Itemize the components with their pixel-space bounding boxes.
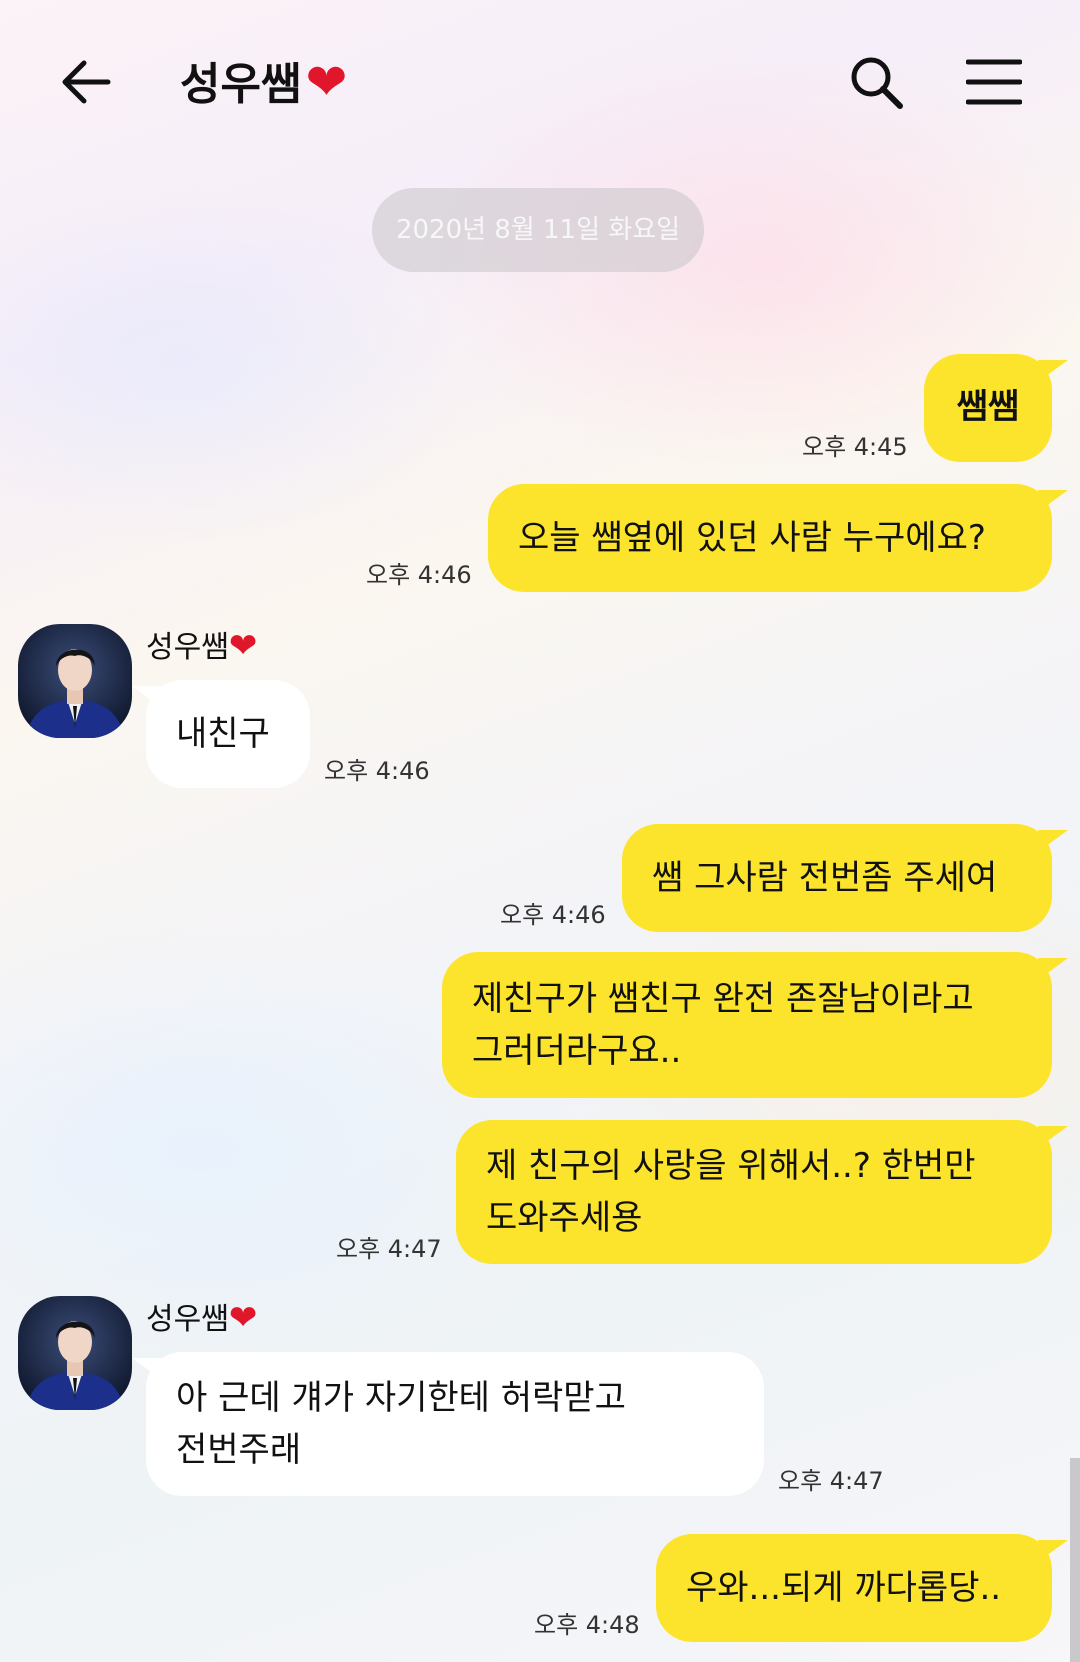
bubble-tail bbox=[132, 1358, 162, 1380]
menu-button[interactable] bbox=[965, 56, 1023, 108]
message-bubble-sent[interactable]: 제 친구의 사랑을 위해서..? 한번만 도와주세용 bbox=[456, 1120, 1068, 1264]
message-timestamp: 오후 4:45 bbox=[802, 433, 908, 461]
search-button[interactable] bbox=[846, 52, 906, 112]
message-bubble-sent[interactable]: 오늘 쌤옆에 있던 사람 누구에요? bbox=[488, 484, 1068, 592]
message-text: 쌤 그사람 전번좀 주세여 bbox=[652, 858, 998, 898]
heart-icon: ❤ bbox=[228, 1298, 258, 1338]
message-text-line: 도와주세용 bbox=[486, 1198, 643, 1238]
message-timestamp: 오후 4:47 bbox=[336, 1235, 442, 1263]
sender-name: 성우쌤❤ bbox=[146, 626, 257, 668]
arrow-left-icon bbox=[62, 60, 111, 104]
heart-icon: ❤ bbox=[305, 53, 348, 111]
message-bubble-received[interactable]: 내친구 bbox=[132, 680, 310, 788]
bubble-tail bbox=[1038, 490, 1068, 512]
bubble-tail bbox=[1038, 360, 1068, 382]
message-timestamp: 오후 4:46 bbox=[500, 901, 606, 929]
message-bubble-received[interactable]: 아 근데 걔가 자기한테 허락맏고 전번주래 bbox=[132, 1352, 764, 1496]
hamburger-menu-icon bbox=[965, 59, 1023, 105]
sender-name-text: 성우쌤 bbox=[146, 630, 229, 665]
message-bubble-sent[interactable]: 제친구가 쌤친구 완전 존잘남이라고 그러더라구요.. bbox=[442, 952, 1068, 1098]
message-bubble-sent[interactable]: 쌤 그사람 전번좀 주세여 bbox=[622, 824, 1068, 932]
message-text: 내친구 bbox=[176, 714, 270, 754]
chat-header: 성우쌤❤ bbox=[0, 0, 1080, 170]
bubble-tail bbox=[1038, 1540, 1068, 1562]
sender-name-text: 성우쌤 bbox=[146, 1302, 229, 1337]
message-timestamp: 오후 4:48 bbox=[534, 1611, 640, 1639]
back-button[interactable] bbox=[56, 52, 116, 112]
search-icon bbox=[851, 57, 903, 109]
heart-icon: ❤ bbox=[228, 626, 258, 666]
bubble-tail bbox=[132, 686, 162, 708]
profile-photo bbox=[18, 624, 132, 738]
message-text-line: 전번주래 bbox=[176, 1430, 302, 1470]
message-text: 쌤쌤 bbox=[956, 387, 1020, 427]
avatar[interactable] bbox=[18, 624, 132, 738]
message-timestamp: 오후 4:47 bbox=[778, 1467, 884, 1495]
message-text-line: 제친구가 쌤친구 완전 존잘남이라고 bbox=[472, 979, 974, 1019]
message-text-line: 아 근데 걔가 자기한테 허락맏고 bbox=[176, 1378, 626, 1418]
avatar[interactable] bbox=[18, 1296, 132, 1410]
message-text-line: 제 친구의 사랑을 위해서..? 한번만 bbox=[486, 1146, 976, 1186]
bubble-tail bbox=[1038, 1126, 1068, 1148]
message-timestamp: 오후 4:46 bbox=[366, 561, 472, 589]
message-timestamp: 오후 4:46 bbox=[324, 757, 430, 785]
bubble-tail bbox=[1038, 958, 1068, 980]
sender-name: 성우쌤❤ bbox=[146, 1298, 257, 1340]
scrollbar[interactable] bbox=[1070, 1458, 1080, 1662]
message-text: 오늘 쌤옆에 있던 사람 누구에요? bbox=[518, 518, 986, 558]
message-text: 우와...되게 까다롭당.. bbox=[686, 1568, 1002, 1608]
chat-title: 성우쌤❤ bbox=[180, 52, 347, 112]
message-text-line: 그러더라구요.. bbox=[472, 1031, 682, 1071]
profile-photo bbox=[18, 1296, 132, 1410]
message-bubble-sent[interactable]: 우와...되게 까다롭당.. bbox=[656, 1534, 1068, 1642]
bubble-tail bbox=[1038, 830, 1068, 852]
message-bubble-sent[interactable]: 쌤쌤 bbox=[924, 354, 1068, 462]
chat-title-text: 성우쌤 bbox=[180, 59, 302, 110]
date-divider: 2020년 8월 11일 화요일 bbox=[372, 188, 704, 272]
